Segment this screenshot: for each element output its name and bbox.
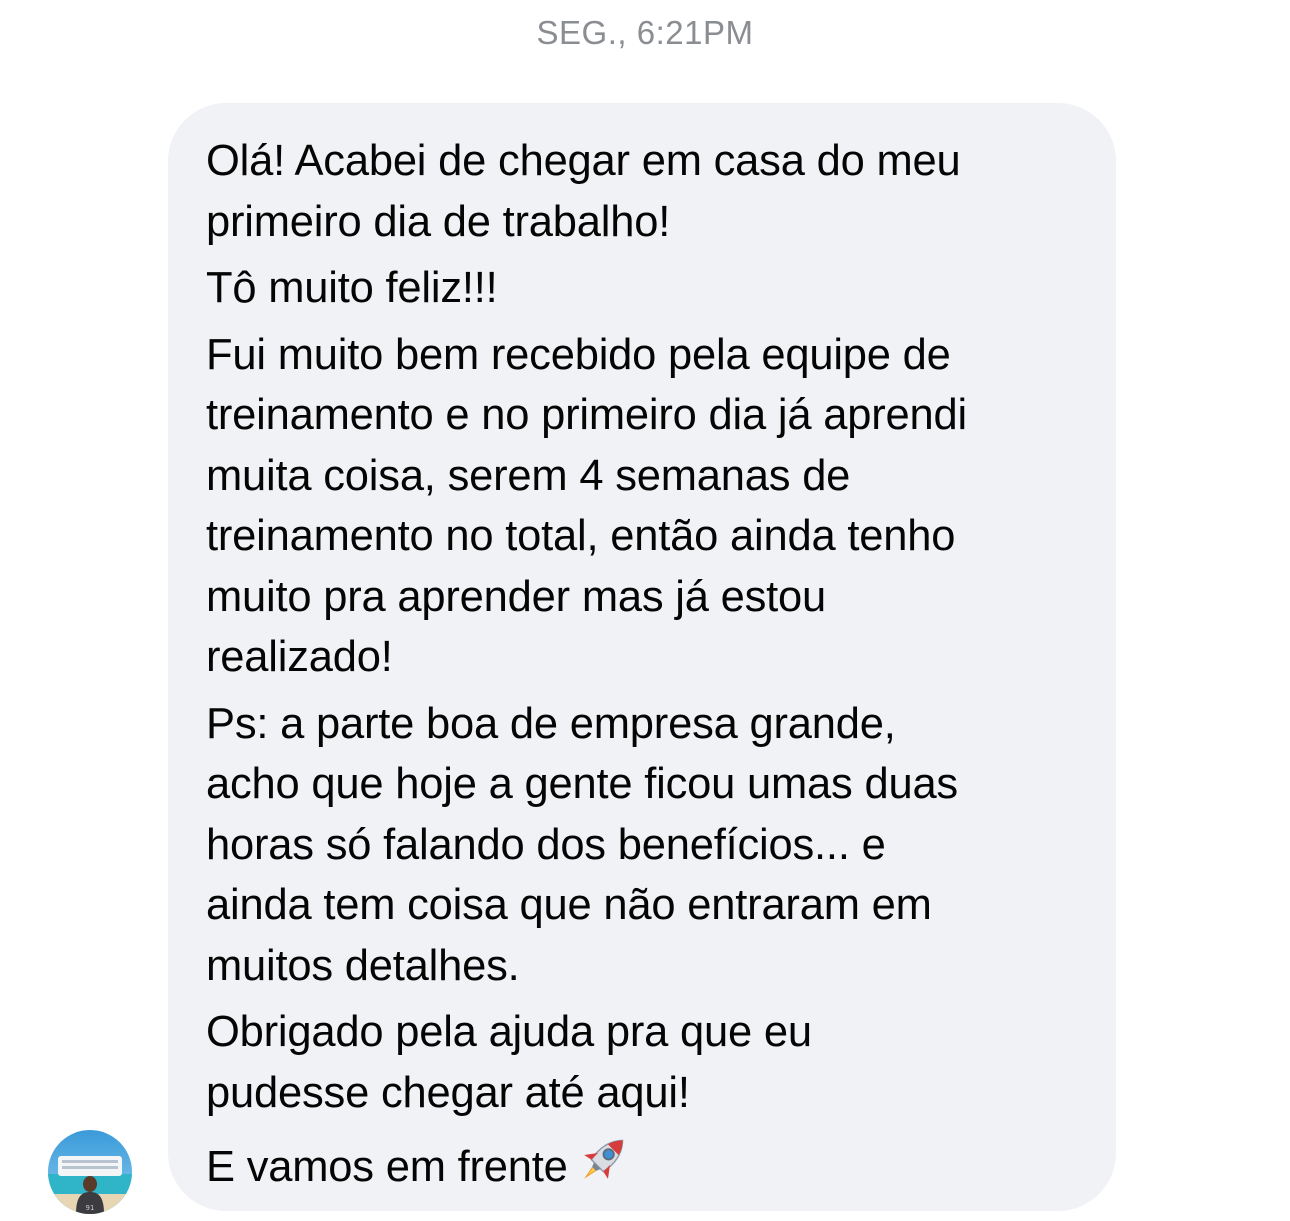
rocket-icon (574, 1129, 634, 1206)
message-line: Tô muito feliz!!! (206, 264, 498, 312)
message-paragraph: E vamos em frente (206, 1129, 1086, 1206)
message-line: Fui muito bem recebido pela equipe de (206, 330, 951, 379)
message-line: pudesse chegar até aqui! (206, 1068, 690, 1117)
message-paragraph: Olá! Acabei de chegar em casa do meu pri… (206, 131, 1086, 252)
message-line: Obrigado pela ajuda pra que eu (206, 1008, 812, 1056)
message-line: muita coisa, serem 4 semanas de (206, 451, 851, 500)
message-line: Olá! Acabei de chegar em casa do meu (206, 137, 961, 185)
message-line: treinamento no total, então ainda tenho (206, 512, 956, 560)
message-line: muito pra aprender mas já estou (206, 572, 827, 621)
message-text: Olá! Acabei de chegar em casa do meu pri… (206, 131, 1086, 1206)
message-last-line: E vamos em frente (206, 1129, 1086, 1206)
message-line: muitos detalhes. (206, 941, 520, 990)
message-last-line-text: E vamos em frente (206, 1143, 568, 1191)
message-paragraph: Tô muito feliz!!! (206, 258, 1086, 319)
message-bubble[interactable]: Olá! Acabei de chegar em casa do meu pri… (168, 103, 1116, 1211)
message-line: horas só falando dos benefícios... e (206, 820, 886, 869)
message-paragraph: Obrigado pela ajuda pra que eu pudesse c… (206, 1002, 1086, 1123)
avatar-photo-icon: 91 (48, 1130, 132, 1214)
message-line: ainda tem coisa que não entraram em (206, 881, 932, 929)
sender-avatar[interactable]: 91 (48, 1130, 132, 1214)
message-line: acho que hoje a gente ficou umas duas (206, 760, 958, 808)
message-paragraph: Fui muito bem recebido pela equipe de tr… (206, 325, 1086, 688)
message-line: primeiro dia de trabalho! (206, 197, 671, 246)
message-line: realizado! (206, 633, 393, 681)
message-line: treinamento e no primeiro dia já aprendi (206, 391, 967, 439)
message-timestamp: SEG., 6:21PM (536, 14, 754, 51)
message-line: Ps: a parte boa de empresa grande, (206, 699, 896, 748)
message-paragraph: Ps: a parte boa de empresa grande, acho … (206, 694, 1086, 997)
svg-text:91: 91 (86, 1204, 95, 1212)
